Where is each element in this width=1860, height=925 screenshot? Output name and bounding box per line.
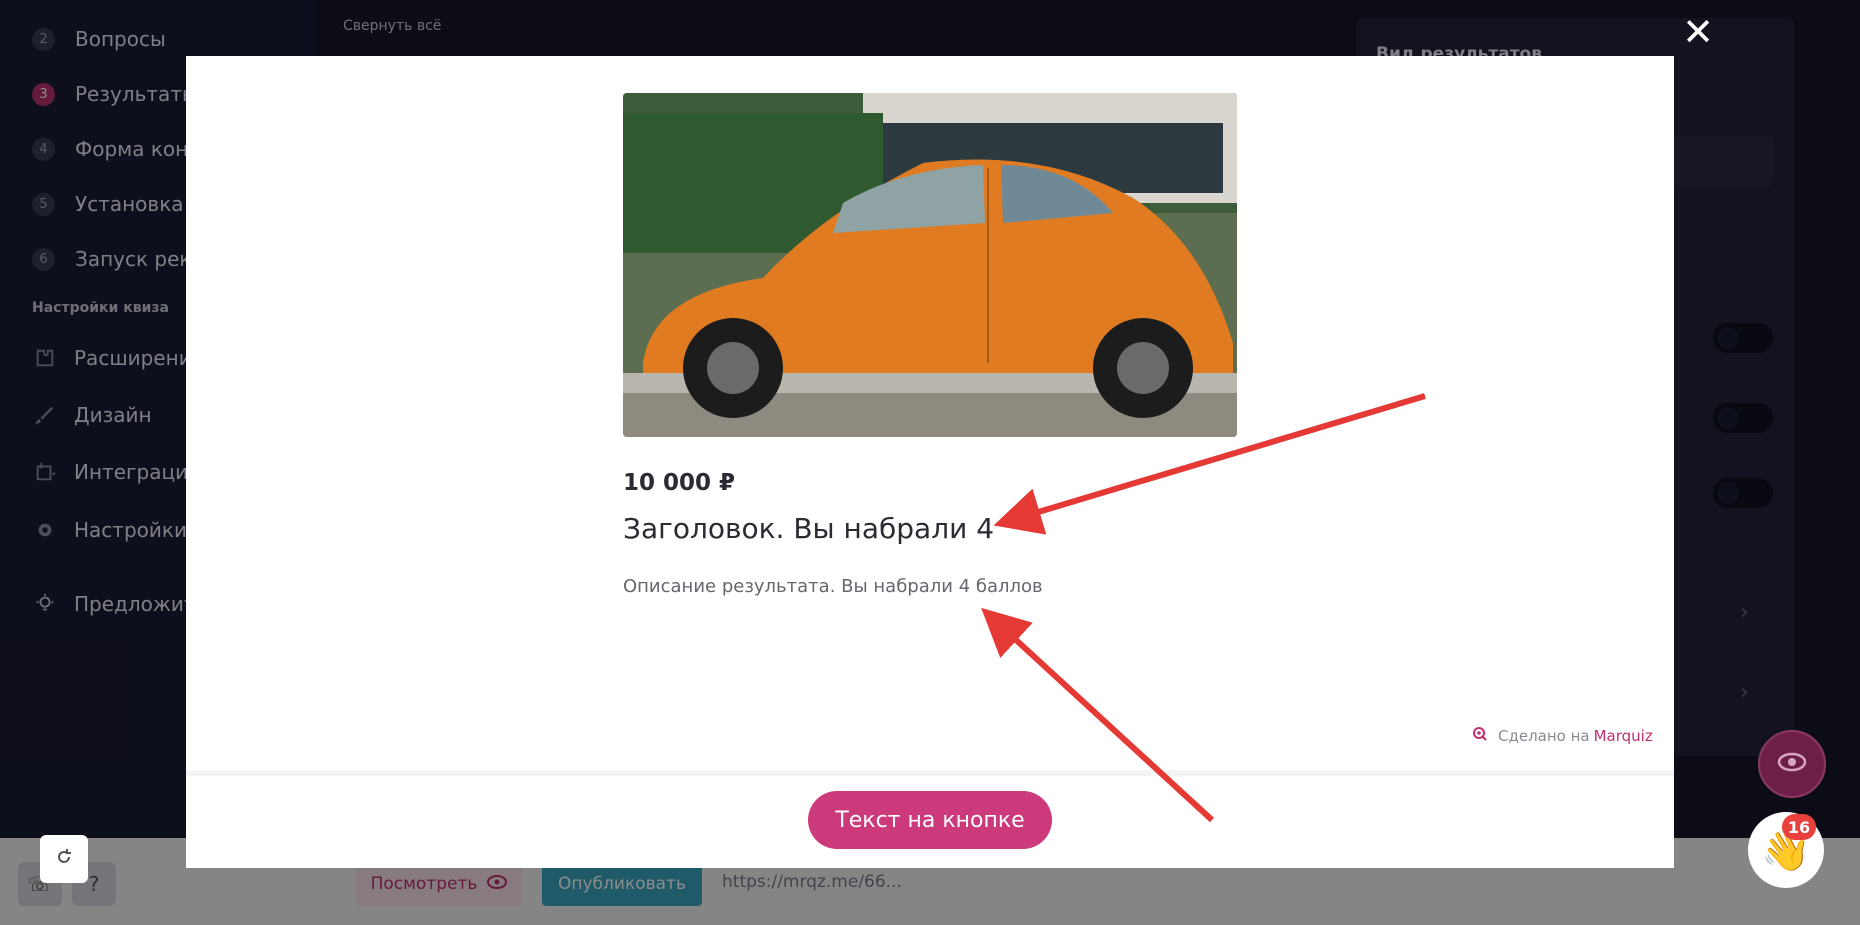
result-description: Описание результата. Вы набрали 4 баллов — [623, 576, 1043, 597]
result-title: Заголовок. Вы набрали 4 — [623, 512, 995, 545]
result-cta-button[interactable]: Текст на кнопке — [808, 791, 1052, 849]
notification-badge: 16 — [1782, 814, 1816, 840]
result-price: 10 000 ₽ — [623, 470, 736, 496]
marquiz-link[interactable]: Marquiz — [1594, 727, 1653, 745]
refresh-icon — [55, 848, 73, 870]
refresh-button[interactable] — [40, 835, 88, 883]
modal-body: 10 000 ₽ Заголовок. Вы набрали 4 Описани… — [186, 56, 1674, 770]
result-image — [623, 93, 1237, 437]
preview-float-button[interactable] — [1758, 730, 1826, 798]
made-on-text: Сделано на — [1498, 727, 1590, 745]
close-icon[interactable]: ✕ — [1680, 13, 1716, 51]
result-modal: 10 000 ₽ Заголовок. Вы набрали 4 Описани… — [186, 56, 1674, 868]
made-on-marquiz[interactable]: Сделано на Marquiz — [1472, 726, 1653, 746]
marquiz-logo-icon — [1472, 726, 1488, 746]
eye-icon — [1777, 752, 1807, 776]
